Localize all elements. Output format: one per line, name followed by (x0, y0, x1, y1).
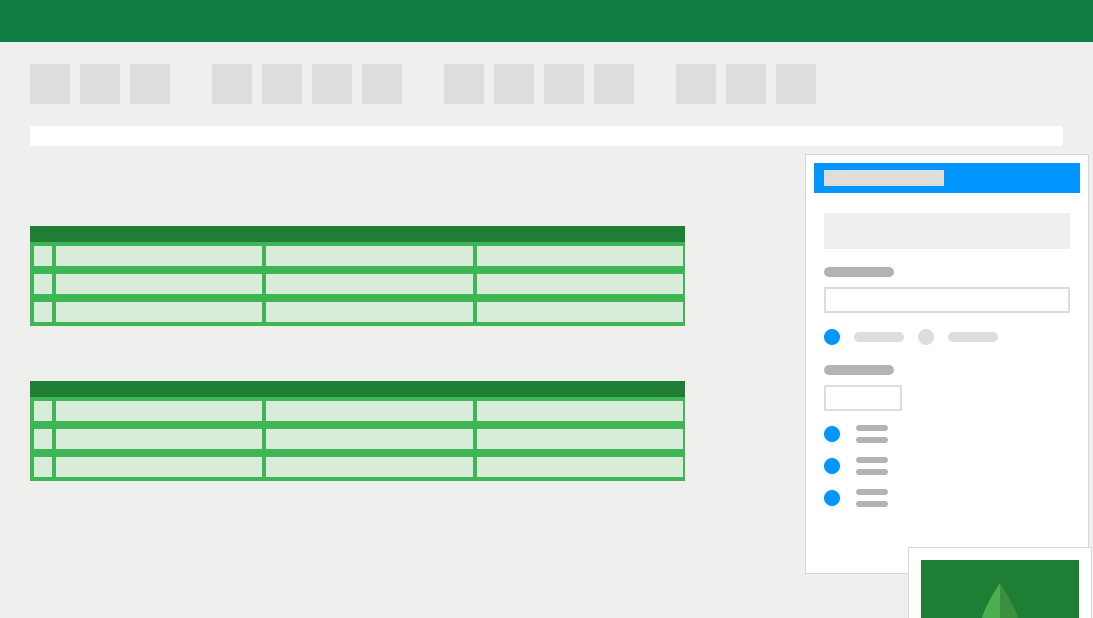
checkbox-label (856, 489, 888, 507)
field-label-2 (824, 365, 894, 375)
checkbox-label (856, 457, 888, 475)
table-cell[interactable] (56, 302, 262, 322)
table-cell[interactable] (266, 457, 472, 477)
radio-group (824, 329, 1070, 345)
ribbon-row (30, 64, 1063, 104)
table-cell[interactable] (56, 274, 262, 294)
table-cell[interactable] (56, 429, 262, 449)
table-header-row (30, 226, 685, 242)
task-pane-title (824, 170, 944, 186)
ribbon-button[interactable] (494, 64, 534, 104)
table-cell[interactable] (56, 457, 262, 477)
table-row[interactable] (30, 242, 685, 270)
field-input-2[interactable] (824, 385, 902, 411)
table-cell[interactable] (477, 274, 683, 294)
ribbon (0, 42, 1093, 146)
ribbon-button[interactable] (130, 64, 170, 104)
row-header-cell[interactable] (34, 457, 52, 477)
row-header-cell[interactable] (34, 274, 52, 294)
mongodb-leaf-icon (965, 579, 1035, 618)
ribbon-group (444, 64, 634, 104)
ribbon-group (212, 64, 402, 104)
ribbon-button[interactable] (676, 64, 716, 104)
app-title-bar (0, 0, 1093, 42)
checkbox-label (856, 425, 888, 443)
table-cell[interactable] (477, 246, 683, 266)
table-cell[interactable] (477, 401, 683, 421)
row-header-cell[interactable] (34, 401, 52, 421)
checkbox[interactable] (824, 490, 840, 506)
ribbon-button[interactable] (30, 64, 70, 104)
table-cell[interactable] (266, 302, 472, 322)
checkbox-row (824, 425, 1070, 443)
task-pane-banner (824, 213, 1070, 249)
table-cell[interactable] (266, 274, 472, 294)
checkbox[interactable] (824, 426, 840, 442)
workbook-canvas (0, 146, 1093, 481)
table-cell[interactable] (477, 429, 683, 449)
table-row[interactable] (30, 270, 685, 298)
field-label-1 (824, 267, 894, 277)
row-header-cell[interactable] (34, 246, 52, 266)
table-row[interactable] (30, 298, 685, 326)
mongodb-card (908, 547, 1092, 618)
ribbon-button[interactable] (544, 64, 584, 104)
table-cell[interactable] (56, 246, 262, 266)
table-cell[interactable] (56, 401, 262, 421)
ribbon-button[interactable] (444, 64, 484, 104)
ribbon-group (30, 64, 170, 104)
radio-label-2 (948, 332, 998, 342)
spreadsheet-table[interactable] (30, 381, 685, 481)
radio-label-1 (854, 332, 904, 342)
ribbon-button[interactable] (362, 64, 402, 104)
table-header-row (30, 381, 685, 397)
ribbon-button[interactable] (726, 64, 766, 104)
ribbon-button[interactable] (262, 64, 302, 104)
ribbon-group (676, 64, 816, 104)
table-cell[interactable] (477, 302, 683, 322)
row-header-cell[interactable] (34, 429, 52, 449)
formula-bar[interactable] (30, 126, 1063, 146)
field-input-1[interactable] (824, 287, 1070, 313)
radio-option-2[interactable] (918, 329, 934, 345)
table-row[interactable] (30, 425, 685, 453)
ribbon-button[interactable] (312, 64, 352, 104)
ribbon-button[interactable] (594, 64, 634, 104)
task-pane-header (814, 163, 1080, 193)
ribbon-button[interactable] (80, 64, 120, 104)
table-row[interactable] (30, 453, 685, 481)
table-cell[interactable] (477, 457, 683, 477)
task-pane (805, 154, 1089, 574)
checkbox-row (824, 489, 1070, 507)
table-cell[interactable] (266, 246, 472, 266)
table-cell[interactable] (266, 401, 472, 421)
ribbon-button[interactable] (212, 64, 252, 104)
mongodb-tile[interactable] (921, 560, 1079, 618)
spreadsheet-table[interactable] (30, 226, 685, 326)
radio-option-1[interactable] (824, 329, 840, 345)
table-row[interactable] (30, 397, 685, 425)
checkbox-row (824, 457, 1070, 475)
checkbox[interactable] (824, 458, 840, 474)
table-cell[interactable] (266, 429, 472, 449)
ribbon-button[interactable] (776, 64, 816, 104)
row-header-cell[interactable] (34, 302, 52, 322)
